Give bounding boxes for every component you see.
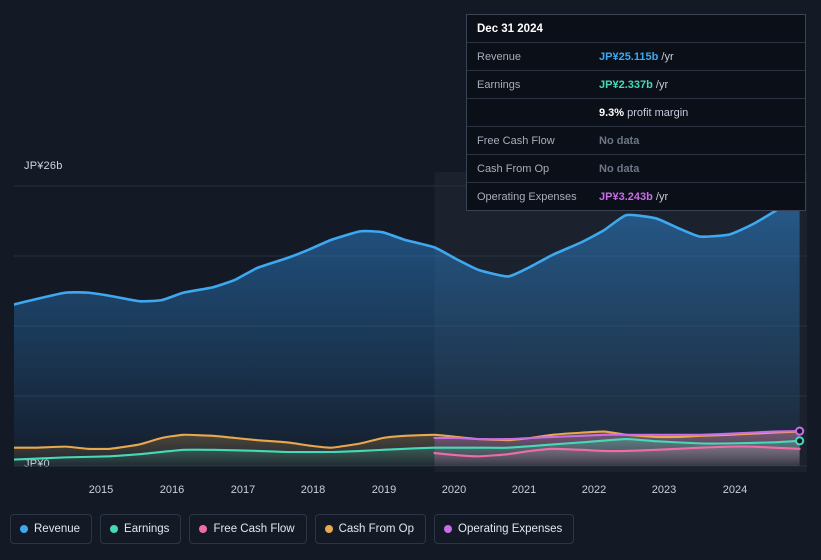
legend-item-label: Cash From Op [338, 523, 415, 535]
x-tick-label: 2015 [88, 484, 114, 496]
x-tick-label: 2017 [230, 484, 256, 496]
tooltip-row-value: JP¥25.115b /yr [599, 51, 674, 63]
tooltip-row-key: Earnings [477, 78, 521, 91]
tooltip-row-unit: profit margin [624, 106, 689, 119]
x-tick-label: 2016 [159, 484, 185, 496]
x-tick-label: 2020 [441, 484, 467, 496]
tooltip-row-key: Operating Expenses [477, 190, 577, 203]
chart-root: JP¥26b JP¥0 2015201620172018201920202021… [0, 0, 821, 560]
tooltip-row: Operating Expenses JP¥3.243b /yr [467, 182, 805, 210]
tooltip-row: Revenue JP¥25.115b /yr [467, 42, 805, 70]
series-end-marker [795, 426, 805, 436]
tooltip-row-number: JP¥25.115b [599, 50, 659, 63]
tooltip-row-key: Cash From Op [477, 162, 550, 175]
tooltip-row-number: JP¥3.243b [599, 190, 653, 203]
legend-item-label: Free Cash Flow [213, 523, 295, 535]
tooltip-row-number: JP¥2.337b [599, 78, 653, 91]
tooltip-row-key: Revenue [477, 50, 522, 63]
x-tick-label: 2021 [511, 484, 537, 496]
x-tick-label: 2022 [581, 484, 607, 496]
tooltip-row: 9.3% profit margin [467, 98, 805, 126]
tooltip-row-unit: /yr [658, 50, 674, 63]
x-tick-label: 2024 [722, 484, 748, 496]
tooltip-row: Free Cash Flow No data [467, 126, 805, 154]
legend-item[interactable]: Cash From Op [314, 514, 427, 544]
tooltip-row-value: 9.3% profit margin [599, 107, 688, 119]
legend-item-label: Earnings [124, 523, 170, 535]
tooltip-row-number: 9.3% [599, 106, 625, 119]
chart-plot-area[interactable] [14, 172, 807, 472]
y-axis-max-label: JP¥26b [24, 160, 63, 172]
tooltip-row-value: JP¥3.243b /yr [599, 191, 668, 203]
chart-legend: Revenue Earnings Free Cash Flow Cash From O… [10, 514, 575, 544]
legend-item[interactable]: Revenue [10, 514, 93, 544]
tooltip-rows: Revenue JP¥25.115b /yr Earnings JP¥2.337b /… [467, 42, 805, 210]
tooltip-row-unit: /yr [652, 78, 669, 91]
legend-color-dot-icon [444, 525, 453, 533]
tooltip-row-value: No data [599, 163, 639, 175]
tooltip-row-unit: /yr [652, 190, 669, 203]
legend-item-label: Revenue [34, 523, 81, 535]
tooltip-row-value: No data [599, 135, 639, 147]
x-tick-label: 2019 [371, 484, 397, 496]
tooltip-row-key: Free Cash Flow [477, 134, 555, 147]
x-axis: 2015 2016 2017 2018 2019 2020 2021 2022 2023 2024 [0, 484, 821, 500]
chart-svg [14, 185, 807, 467]
legend-item[interactable]: Earnings [100, 514, 182, 544]
tooltip-title: Dec 31 2024 [477, 23, 543, 35]
legend-color-dot-icon [324, 525, 333, 533]
legend-color-dot-icon [20, 525, 28, 533]
legend-color-dot-icon [199, 525, 208, 533]
legend-color-dot-icon [110, 525, 119, 533]
x-tick-label: 2023 [651, 484, 677, 496]
tooltip-row: Cash From Op No data [467, 154, 805, 182]
tooltip-row-number: No data [599, 134, 640, 147]
legend-item[interactable]: Free Cash Flow [189, 514, 307, 544]
series-area [14, 195, 800, 466]
tooltip-row: Earnings JP¥2.337b /yr [467, 70, 805, 98]
tooltip-row-value: JP¥2.337b /yr [599, 79, 668, 91]
legend-item-label: Operating Expenses [458, 523, 563, 535]
tooltip-row-number: No data [599, 162, 640, 175]
chart-tooltip: Dec 31 2024 Revenue JP¥25.115b /yr Earning… [466, 14, 806, 211]
legend-item[interactable]: Operating Expenses [434, 514, 575, 544]
x-tick-label: 2018 [300, 484, 326, 496]
series-end-marker [795, 436, 805, 446]
